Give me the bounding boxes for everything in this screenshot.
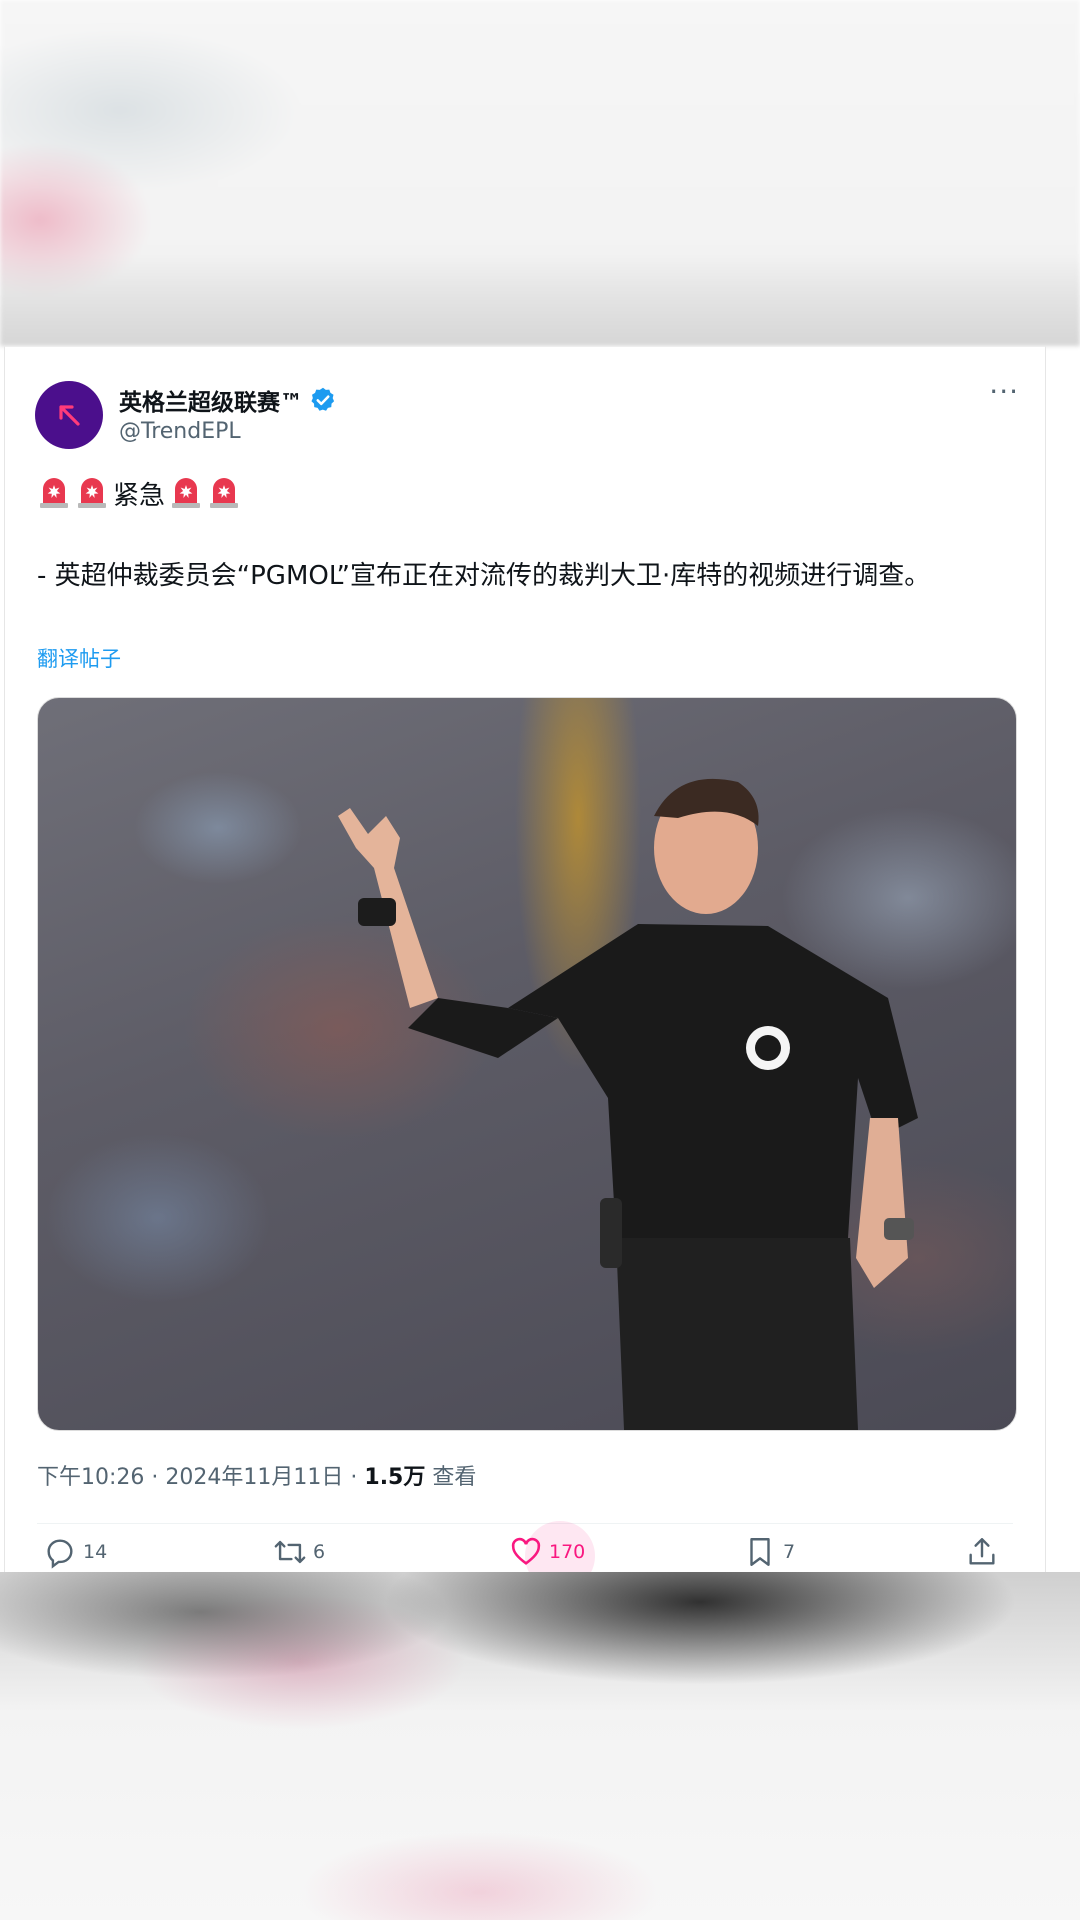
repost-button[interactable]: 6: [273, 1535, 325, 1569]
siren-icon: [40, 477, 68, 508]
share-icon: [969, 1538, 995, 1565]
post-date[interactable]: 2024年11月11日: [165, 1465, 343, 1490]
alert-line: 紧急: [37, 475, 241, 512]
post-text: - 英超仲裁委员会“PGMOL”宣布正在对流传的裁判大卫·库特的视频进行调查。: [37, 561, 931, 591]
reply-button[interactable]: 14: [43, 1535, 107, 1569]
heart-icon: [511, 1537, 541, 1565]
name-row: 英格兰超级联赛™: [119, 383, 337, 417]
blurred-background-bottom: [0, 1572, 1080, 1920]
meta-separator: ·: [151, 1465, 159, 1490]
account-name[interactable]: 英格兰超级联赛™: [119, 383, 303, 417]
action-bar: 14 6 170 7: [37, 1521, 1017, 1573]
siren-icon: [210, 477, 239, 508]
blurred-background-top: [0, 0, 1080, 346]
post-photo[interactable]: [37, 697, 1017, 1431]
translate-link[interactable]: 翻译帖子: [37, 643, 121, 673]
more-options-icon[interactable]: ···: [989, 375, 1019, 408]
views-label: 查看: [432, 1465, 477, 1490]
siren-icon: [78, 477, 106, 508]
share-button[interactable]: [965, 1535, 999, 1569]
siren-icon: [172, 477, 201, 508]
meta-separator: ·: [350, 1465, 358, 1490]
referee-figure: [338, 778, 918, 1430]
avatar[interactable]: [35, 381, 103, 449]
bookmark-count: 7: [783, 1541, 796, 1563]
divider: [37, 1523, 1013, 1524]
reply-count: 14: [83, 1541, 108, 1563]
reply-icon: [47, 1539, 73, 1569]
verified-badge-icon: [311, 387, 335, 411]
repost-icon: [274, 1540, 306, 1564]
bookmark-icon: [750, 1538, 770, 1566]
post-meta: 下午10:26 · 2024年11月11日 · 1.5万 查看: [37, 1459, 476, 1491]
repost-count: 6: [313, 1541, 326, 1563]
alert-word: 紧急: [113, 481, 166, 511]
tweet-card[interactable]: 英格兰超级联赛™ @TrendEPL ··· 紧急 - 英超仲裁委员会“PGMO…: [4, 346, 1046, 1573]
account-handle[interactable]: @TrendEPL: [119, 419, 241, 444]
like-button[interactable]: 170: [509, 1535, 585, 1569]
like-count: 170: [549, 1541, 586, 1563]
views-count: 1.5万: [364, 1465, 426, 1490]
arrow-logo-icon: [59, 405, 80, 426]
post-time[interactable]: 下午10:26: [37, 1465, 144, 1490]
bookmark-button[interactable]: 7: [743, 1535, 795, 1569]
